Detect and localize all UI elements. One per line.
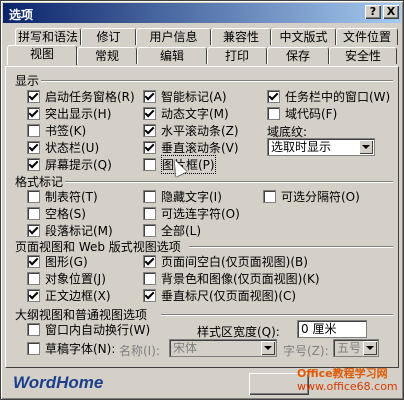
close-button[interactable]: X (383, 5, 399, 19)
checkbox-hidden-text[interactable]: 隐藏文字(I) (143, 189, 222, 204)
tab-compatibility[interactable]: 兼容性 (211, 28, 271, 45)
chevron-down-icon[interactable] (261, 341, 275, 355)
checkbox-all-marks[interactable]: 全部(L) (143, 223, 201, 238)
tab-spelling-grammar[interactable]: 拼写和语法 (15, 28, 81, 45)
checkbox-paragraph-marks[interactable]: 段落标记(M) (27, 223, 113, 238)
draft-font-name-select[interactable]: 宋体 (169, 339, 277, 357)
watermark-title: Office教程学习网 (297, 367, 388, 380)
checkbox-field-codes[interactable]: 域代码(F) (267, 106, 337, 121)
help-button[interactable]: ? (365, 5, 381, 19)
checkbox-optional-breaks[interactable]: 可选分隔符(O) (263, 189, 360, 204)
chevron-down-icon[interactable] (359, 140, 373, 154)
checkbox-screen-tips[interactable]: 屏幕提示(Q) (27, 157, 112, 172)
page-web-divider (189, 246, 393, 247)
checkbox-animated-text[interactable]: 动态文字(M) (143, 106, 229, 121)
checkbox-bookmarks[interactable]: 书签(K) (27, 123, 86, 138)
tab-track-changes[interactable]: 修订 (81, 28, 136, 45)
checkbox-white-space-between-pages[interactable]: 页面间空白(仅页面视图)(B) (143, 254, 308, 269)
watermark-url: www.office68.com (297, 380, 398, 393)
options-dialog: 选项 ? X 拼写和语法 修订 用户信息 兼容性 中文版式 文件位置 视图 常规… (0, 0, 404, 400)
tab-print[interactable]: 打印 (207, 47, 267, 64)
checkbox-startup-task-pane[interactable]: 启动任务窗格(R) (27, 89, 135, 104)
checkbox-spaces[interactable]: 空格(S) (27, 206, 86, 221)
draft-font-size-label: 字号(Z): (283, 344, 329, 358)
checkbox-horizontal-scrollbar[interactable]: 水平滚动条(Z) (143, 123, 239, 138)
format-marks-divider (65, 181, 393, 182)
checkbox-background-colors-images[interactable]: 背景色和图像(仅页面视图)(K) (143, 271, 320, 286)
tab-save[interactable]: 保存 (267, 47, 329, 64)
style-area-width-label: 样式区宽度(Q): (197, 325, 280, 339)
checkbox-highlight[interactable]: 突出显示(H) (27, 106, 111, 121)
tab-security[interactable]: 安全性 (329, 47, 397, 64)
tab-file-locations[interactable]: 文件位置 (336, 28, 398, 45)
checkbox-optional-hyphens[interactable]: 可选连字符(O) (143, 206, 240, 221)
checkbox-text-boundaries[interactable]: 正文边框(X) (27, 288, 111, 303)
style-area-width-input[interactable]: 0 厘米 (297, 320, 367, 338)
checkbox-vertical-scrollbar[interactable]: 垂直滚动条(V) (143, 140, 239, 155)
draft-font-name-label: 名称(I): (119, 344, 160, 358)
checkbox-vertical-ruler[interactable]: 垂直标尺(仅页面视图)(C) (143, 288, 296, 303)
checkbox-draft-font[interactable]: 草稿字体(N): (27, 341, 115, 356)
draft-font-size-select[interactable]: 五号 (333, 339, 379, 357)
display-heading: 显示 (15, 74, 40, 88)
title-bar: 选项 ? X (3, 3, 401, 23)
checkbox-status-bar[interactable]: 状态栏(U) (27, 140, 99, 155)
display-divider (41, 80, 393, 81)
tab-view[interactable]: 视图 (7, 45, 77, 65)
tab-general[interactable]: 常规 (77, 47, 137, 64)
checkbox-wrap-to-window[interactable]: 窗口内自动换行(W) (27, 322, 150, 337)
field-shading-select[interactable]: 选取时显示 (267, 138, 375, 156)
tab-asian-typography[interactable]: 中文版式 (271, 28, 336, 45)
checkbox-drawings[interactable]: 图形(G) (27, 254, 88, 269)
site-watermark: Office教程学习网 www.office68.com (297, 367, 398, 393)
checkbox-windows-in-taskbar[interactable]: 任务栏中的窗口(W) (267, 89, 390, 104)
checkbox-object-anchors[interactable]: 对象位置(J) (27, 271, 106, 286)
page-web-heading: 页面视图和 Web 版式视图选项 (15, 240, 181, 254)
checkbox-tab-characters[interactable]: 制表符(T) (27, 189, 98, 204)
dialog-title: 选项 (9, 8, 34, 22)
chevron-down-icon[interactable] (363, 341, 377, 355)
wordhome-logo: WordHome (13, 373, 104, 392)
tab-user-info[interactable]: 用户信息 (136, 28, 211, 45)
checkbox-smart-tags[interactable]: 智能标记(A) (143, 89, 227, 104)
tab-edit[interactable]: 编辑 (137, 47, 207, 64)
outline-normal-divider (161, 314, 393, 315)
